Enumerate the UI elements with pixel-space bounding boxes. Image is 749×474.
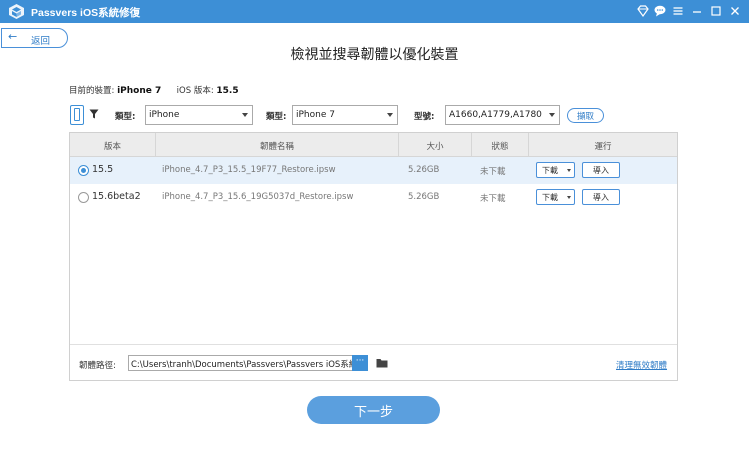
type-label: 類型:	[115, 112, 136, 122]
next-button[interactable]: 下一步	[307, 396, 440, 424]
model-select[interactable]: A1660,A1779,A1780	[445, 105, 560, 125]
extract-button[interactable]: 擷取	[567, 108, 604, 123]
ios-version-value: 15.5	[216, 86, 239, 96]
browse-button[interactable]: ···	[352, 355, 368, 371]
download-button[interactable]: 下載	[536, 162, 575, 178]
maximize-icon[interactable]	[709, 4, 723, 18]
table-header: 版本 韌體名稱 大小 狀態 運行	[70, 133, 677, 157]
row-version: 15.6beta2	[92, 191, 141, 202]
row-radio[interactable]	[78, 192, 89, 203]
chevron-down-icon	[242, 113, 248, 117]
row-status: 未下載	[480, 194, 506, 204]
table-row[interactable]: 15.5 iPhone_4.7_P3_15.5_19F77_Restore.ip…	[70, 157, 677, 184]
download-label: 下載	[542, 193, 558, 202]
row-radio[interactable]	[78, 165, 89, 176]
firmware-path-label: 韌體路徑:	[79, 361, 116, 371]
import-button[interactable]: 導入	[582, 162, 620, 178]
minimize-icon[interactable]	[690, 4, 704, 18]
current-device-value: iPhone 7	[117, 86, 162, 96]
title-bar: Passvers iOS系統修復	[0, 0, 749, 23]
row-size: 5.26GB	[408, 192, 440, 202]
phone-icon	[74, 108, 80, 121]
close-icon[interactable]	[728, 4, 742, 18]
firmware-table: 版本 韌體名稱 大小 狀態 運行 15.5 iPhone_4.7_P3_15.5…	[69, 132, 678, 381]
chevron-down-icon	[549, 113, 555, 117]
diamond-icon[interactable]	[636, 4, 650, 18]
folder-icon[interactable]	[376, 358, 388, 368]
firmware-path-row: 韌體路徑: C:\Users\tranh\Documents\Passvers\…	[70, 344, 677, 380]
back-arrow-icon: ←	[8, 30, 18, 43]
phone-tab[interactable]	[70, 105, 84, 125]
clean-invalid-firmware-link[interactable]: 清理無效韌體	[616, 359, 667, 371]
import-button[interactable]: 導入	[582, 189, 620, 205]
chevron-down-icon	[567, 169, 571, 172]
app-logo-icon	[9, 4, 24, 19]
download-label: 下載	[542, 166, 558, 175]
row-firmware-name: iPhone_4.7_P3_15.6_19G5037d_Restore.ipsw	[162, 192, 354, 202]
row-status: 未下載	[480, 167, 506, 177]
chat-icon[interactable]	[653, 4, 667, 18]
download-button[interactable]: 下載	[536, 189, 575, 205]
filter-icon[interactable]	[89, 109, 99, 119]
row-size: 5.26GB	[408, 165, 440, 175]
device-info: 目前的裝置: iPhone 7 iOS 版本: 15.5	[69, 84, 239, 96]
type-select-value: iPhone	[149, 110, 180, 120]
kind-select[interactable]: iPhone 7	[292, 105, 398, 125]
type-select[interactable]: iPhone	[145, 105, 253, 125]
model-label: 型號:	[414, 112, 435, 122]
row-version: 15.5	[92, 164, 114, 175]
column-header-action: 運行	[594, 142, 612, 152]
chevron-down-icon	[387, 113, 393, 117]
table-row[interactable]: 15.6beta2 iPhone_4.7_P3_15.6_19G5037d_Re…	[70, 184, 677, 211]
page-title: 檢視並搜尋韌體以優化裝置	[290, 47, 459, 63]
kind-label: 類型:	[266, 112, 287, 122]
column-header-name: 韌體名稱	[156, 133, 399, 157]
kind-select-value: iPhone 7	[296, 110, 335, 120]
current-device-label: 目前的裝置:	[69, 86, 115, 96]
app-title: Passvers iOS系統修復	[31, 7, 141, 19]
chevron-down-icon	[567, 196, 571, 199]
row-firmware-name: iPhone_4.7_P3_15.5_19F77_Restore.ipsw	[162, 165, 336, 175]
column-header-version: 版本	[70, 133, 156, 157]
model-select-value: A1660,A1779,A1780	[449, 110, 542, 120]
column-header-status: 狀態	[472, 133, 529, 157]
column-header-size: 大小	[399, 133, 472, 157]
menu-icon[interactable]	[671, 4, 685, 18]
firmware-path-input[interactable]: C:\Users\tranh\Documents\Passvers\Passve…	[128, 355, 353, 371]
ios-version-label: iOS 版本:	[176, 86, 214, 96]
